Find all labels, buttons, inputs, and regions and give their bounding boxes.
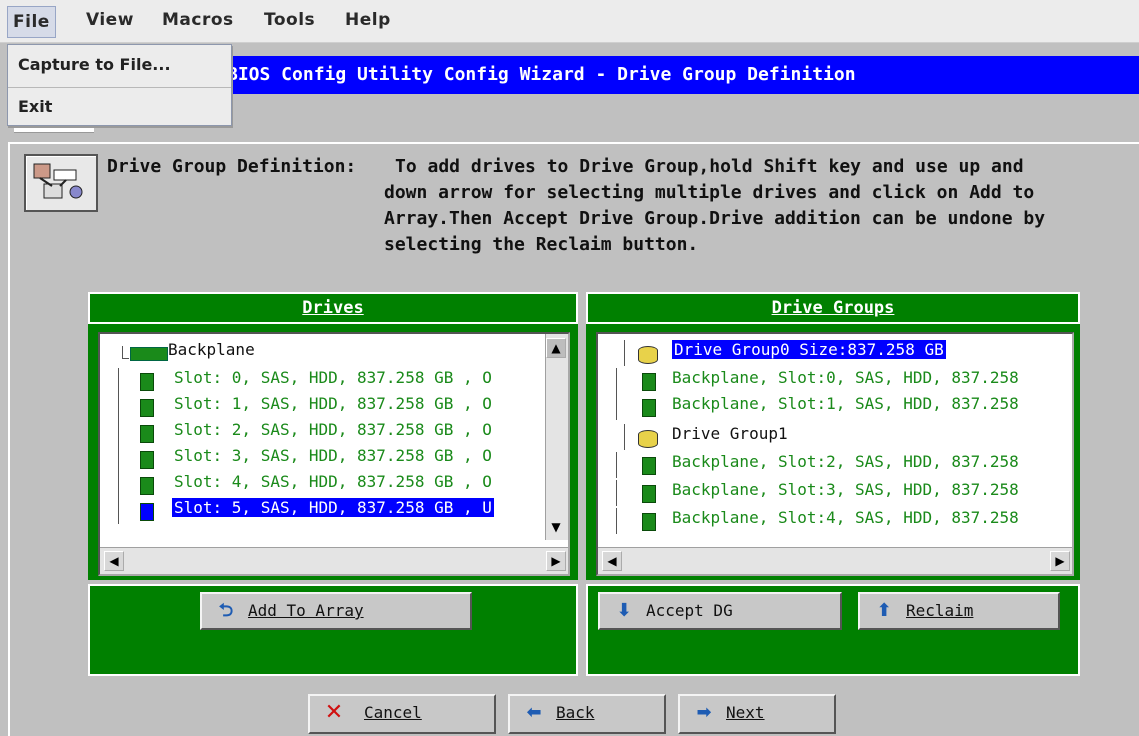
group-db-icon xyxy=(638,346,658,364)
menu-separator xyxy=(8,87,231,88)
scroll-right-icon[interactable]: ▶ xyxy=(1050,551,1070,571)
menu-view[interactable]: View xyxy=(86,10,134,30)
wizard-icon xyxy=(24,154,98,212)
drives-vertical-scrollbar[interactable]: ▲ ▼ xyxy=(545,334,568,540)
drives-list[interactable]: Backplane Slot: 0, SAS, HDD, 837.258 GB … xyxy=(98,332,570,576)
drive-icon xyxy=(140,425,154,443)
back-button[interactable]: ⬅ Back xyxy=(508,694,666,734)
drive-icon xyxy=(140,477,154,495)
drive-icon xyxy=(140,399,154,417)
arrow-right-icon: ➡ xyxy=(696,702,712,723)
next-button[interactable]: ➡ Next xyxy=(678,694,836,734)
info-line-1: To add drives to Drive Group,hold Shift … xyxy=(395,156,1024,177)
add-to-array-button[interactable]: ⮌ Add To Array xyxy=(200,592,472,630)
drive-icon xyxy=(140,451,154,469)
menu-macros[interactable]: Macros xyxy=(162,10,234,30)
close-icon: ✕ xyxy=(324,700,344,725)
drive-icon xyxy=(140,503,154,521)
undo-arrow-icon: ⮌ xyxy=(218,600,234,621)
drive-icon xyxy=(642,485,656,503)
drive-icon xyxy=(642,457,656,475)
info-label: Drive Group Definition: xyxy=(107,156,357,177)
menu-item-capture-to-file[interactable]: Capture to File... xyxy=(18,55,171,74)
menu-item-exit[interactable]: Exit xyxy=(18,97,52,116)
scroll-up-icon[interactable]: ▲ xyxy=(546,338,566,358)
info-line-2: down arrow for selecting multiple drives… xyxy=(384,182,1035,203)
group-db-icon xyxy=(638,430,658,448)
scroll-left-icon[interactable]: ◀ xyxy=(104,551,124,571)
drives-panel-title: Drives xyxy=(88,292,578,324)
drive-icon xyxy=(642,373,656,391)
groups-horizontal-scrollbar[interactable]: ◀ ▶ xyxy=(598,547,1072,574)
arrow-up-icon: ⬆ xyxy=(876,600,892,621)
drives-horizontal-scrollbar[interactable]: ◀ ▶ xyxy=(100,547,568,574)
drive-icon xyxy=(642,399,656,417)
window-title: BIOS Config Utility Config Wizard - Driv… xyxy=(227,64,856,85)
drive-icon xyxy=(140,373,154,391)
menu-tools[interactable]: Tools xyxy=(264,10,315,30)
cancel-button[interactable]: ✕ Cancel xyxy=(308,694,496,734)
menu-help[interactable]: Help xyxy=(345,10,391,30)
reclaim-button[interactable]: ⬆ Reclaim xyxy=(858,592,1060,630)
accept-dg-button[interactable]: ⬇ Accept DG xyxy=(598,592,842,630)
menu-file[interactable]: File xyxy=(7,6,56,38)
backplane-icon xyxy=(130,347,168,361)
scroll-right-icon[interactable]: ▶ xyxy=(546,551,566,571)
arrow-left-icon: ⬅ xyxy=(526,702,542,723)
info-line-3: Array.Then Accept Drive Group.Drive addi… xyxy=(384,208,1046,229)
menu-bar: File View Macros Tools Help xyxy=(0,0,1139,43)
scroll-down-icon[interactable]: ▼ xyxy=(546,518,566,538)
file-menu-dropdown: Capture to File... Exit xyxy=(7,44,232,126)
scroll-left-icon[interactable]: ◀ xyxy=(602,551,622,571)
drive-groups-list[interactable]: Drive Group0 Size:837.258 GB Backplane, … xyxy=(596,332,1074,576)
groups-panel-title: Drive Groups xyxy=(586,292,1080,324)
drive-icon xyxy=(642,513,656,531)
backplane-label: Backplane xyxy=(168,340,255,359)
info-line-4: selecting the Reclaim button. xyxy=(384,234,699,255)
arrow-down-icon: ⬇ xyxy=(616,600,632,621)
